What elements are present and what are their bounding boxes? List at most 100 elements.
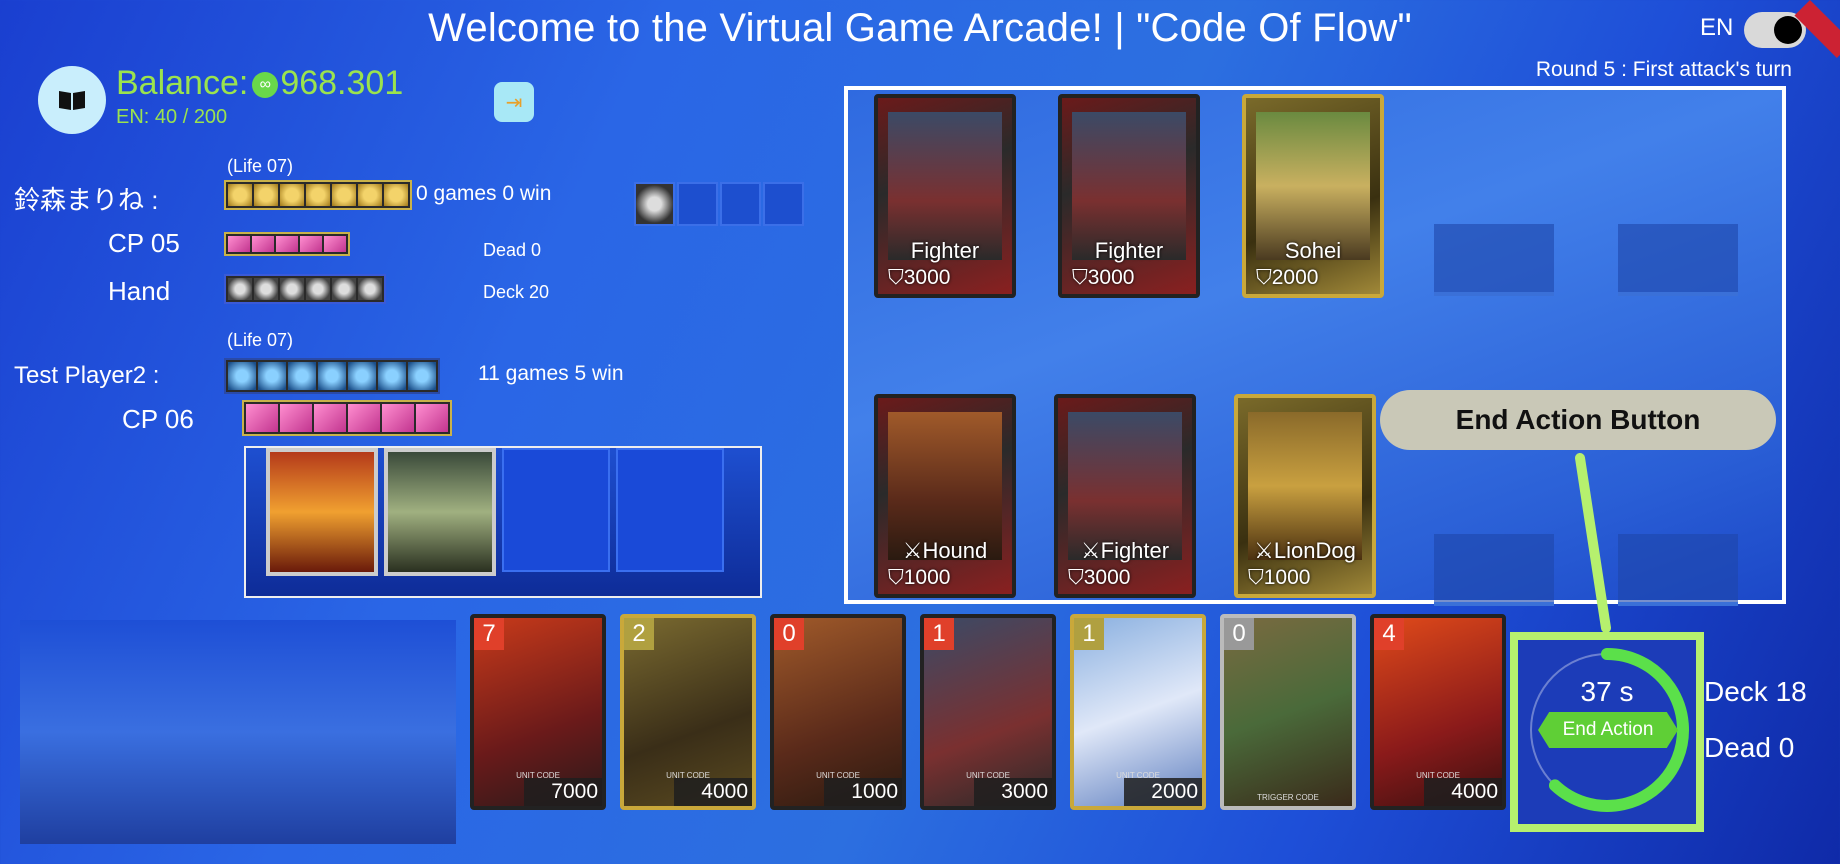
shield-icon: ⛉ bbox=[1256, 266, 1272, 289]
player2-cp-bar bbox=[242, 400, 452, 436]
energy-display: EN: 40 / 200 bbox=[116, 106, 228, 128]
balance-label: Balance: bbox=[116, 64, 249, 102]
player2-life: (Life 07) bbox=[227, 330, 294, 350]
card-value: 3000 bbox=[974, 778, 1052, 806]
battle-board: Fighter ⛉3000 Fighter ⛉3000 Sohei ⛉2000 … bbox=[844, 86, 1786, 606]
card-name: ⚔Hound bbox=[902, 538, 988, 563]
life-pip bbox=[306, 184, 330, 206]
cp-pip bbox=[324, 236, 346, 252]
player1-record: 0 games 0 win bbox=[416, 182, 552, 205]
card-value: 1000 bbox=[824, 778, 902, 806]
life-pip bbox=[408, 362, 436, 390]
hand-card[interactable]: 0 UNIT CODE 1000 bbox=[770, 614, 906, 810]
card-cost: 0 bbox=[774, 618, 804, 650]
hand-card[interactable]: 1 UNIT CODE 2000 bbox=[1070, 614, 1206, 810]
card-name: Fighter bbox=[1094, 238, 1164, 263]
player1-cp: CP 05 bbox=[108, 228, 180, 258]
blurred-preview bbox=[20, 620, 456, 844]
life-pip bbox=[332, 184, 356, 206]
trigger-slot[interactable] bbox=[720, 182, 761, 226]
hand-card[interactable]: 2 UNIT CODE 4000 bbox=[620, 614, 756, 810]
end-action-callout: End Action Button bbox=[1380, 390, 1776, 450]
hand-card[interactable]: 0 TRIGGER CODE bbox=[1220, 614, 1356, 810]
hand-pip bbox=[358, 278, 382, 300]
exit-button[interactable]: ⇥ bbox=[494, 82, 534, 122]
sword-icon: ⚔ bbox=[902, 538, 923, 563]
life-pip bbox=[378, 362, 406, 390]
card-type: TRIGGER CODE bbox=[1257, 793, 1319, 802]
empty-board-slot[interactable] bbox=[1434, 534, 1554, 606]
sword-icon: ⚔ bbox=[1080, 538, 1101, 563]
life-pip bbox=[384, 184, 408, 206]
empty-board-slot[interactable] bbox=[1618, 224, 1738, 296]
life-pip bbox=[254, 184, 278, 206]
trigger-slot[interactable] bbox=[502, 448, 610, 572]
board-card[interactable]: Fighter ⛉3000 bbox=[874, 94, 1016, 298]
card-name: Fighter bbox=[910, 238, 980, 263]
card-cost: 4 bbox=[1374, 618, 1404, 650]
card-value: 7000 bbox=[524, 778, 602, 806]
life-pip bbox=[358, 184, 382, 206]
player2-life-bar bbox=[224, 358, 440, 394]
life-pip bbox=[228, 362, 256, 390]
hand-card[interactable]: 7 UNIT CODE 7000 bbox=[470, 614, 606, 810]
life-pip bbox=[258, 362, 286, 390]
board-card[interactable]: ⚔Fighter ⛉3000 bbox=[1054, 394, 1196, 598]
life-pip bbox=[280, 184, 304, 206]
trigger-slot[interactable] bbox=[634, 182, 675, 226]
life-pip bbox=[288, 362, 316, 390]
hand-card[interactable]: 4 UNIT CODE 4000 bbox=[1370, 614, 1506, 810]
book-icon bbox=[59, 91, 85, 110]
hand-pip bbox=[280, 278, 304, 300]
player1-hand-bar bbox=[224, 274, 386, 304]
shield-icon: ⛉ bbox=[1248, 566, 1264, 589]
player1-dead: Dead 0 bbox=[483, 240, 542, 260]
life-pip bbox=[348, 362, 376, 390]
card-cost: 7 bbox=[474, 618, 504, 650]
cp-pip bbox=[252, 236, 274, 252]
cp-pip bbox=[382, 404, 414, 432]
balance-value: 968.301 bbox=[280, 64, 404, 102]
hand-card[interactable]: 1 UNIT CODE 3000 bbox=[920, 614, 1056, 810]
board-card[interactable]: ⚔Hound ⛉1000 bbox=[874, 394, 1016, 598]
hand-pip bbox=[306, 278, 330, 300]
player1-life-bar bbox=[224, 180, 412, 210]
callout-pointer bbox=[1575, 453, 1611, 633]
end-action-panel: 37 s End Action bbox=[1510, 632, 1704, 832]
exit-icon: ⇥ bbox=[505, 91, 523, 114]
player1-trigger-zone bbox=[634, 182, 804, 238]
card-power: ⛉3000 bbox=[1072, 266, 1135, 289]
board-card[interactable]: ⚔LionDog ⛉1000 bbox=[1234, 394, 1376, 598]
trigger-slot[interactable] bbox=[616, 448, 724, 572]
trigger-slot[interactable] bbox=[677, 182, 718, 226]
player2-trigger-zone bbox=[244, 446, 762, 598]
empty-board-slot[interactable] bbox=[1434, 224, 1554, 296]
rules-book-button[interactable] bbox=[38, 66, 106, 134]
player2-name: Test Player2 : bbox=[14, 362, 160, 389]
trigger-card[interactable] bbox=[266, 448, 378, 576]
cp-pip bbox=[276, 236, 298, 252]
shield-icon: ⛉ bbox=[888, 266, 904, 289]
player1-cp-bar bbox=[224, 232, 350, 256]
balance-display: Balance: ∞ 968.301 bbox=[116, 64, 403, 103]
cp-pip bbox=[300, 236, 322, 252]
card-value: 4000 bbox=[674, 778, 752, 806]
card-power: ⛉1000 bbox=[1248, 566, 1311, 589]
cp-pip bbox=[416, 404, 448, 432]
cp-pip bbox=[246, 404, 278, 432]
shield-icon: ⛉ bbox=[888, 566, 904, 589]
trigger-slot[interactable] bbox=[763, 182, 804, 226]
card-power: ⛉1000 bbox=[888, 566, 951, 589]
board-card[interactable]: Fighter ⛉3000 bbox=[1058, 94, 1200, 298]
life-pip bbox=[228, 184, 252, 206]
end-action-button[interactable]: End Action bbox=[1538, 712, 1678, 748]
trigger-card[interactable] bbox=[384, 448, 496, 576]
card-cost: 0 bbox=[1224, 618, 1254, 650]
card-name: ⚔LionDog bbox=[1254, 538, 1356, 563]
timer-seconds: 37 s bbox=[1580, 676, 1634, 707]
empty-board-slot[interactable] bbox=[1618, 534, 1738, 606]
board-card[interactable]: Sohei ⛉2000 bbox=[1242, 94, 1384, 298]
deck-count: Deck 18 bbox=[1704, 676, 1807, 707]
player1-hand-label: Hand bbox=[108, 276, 171, 306]
life-pip bbox=[318, 362, 346, 390]
